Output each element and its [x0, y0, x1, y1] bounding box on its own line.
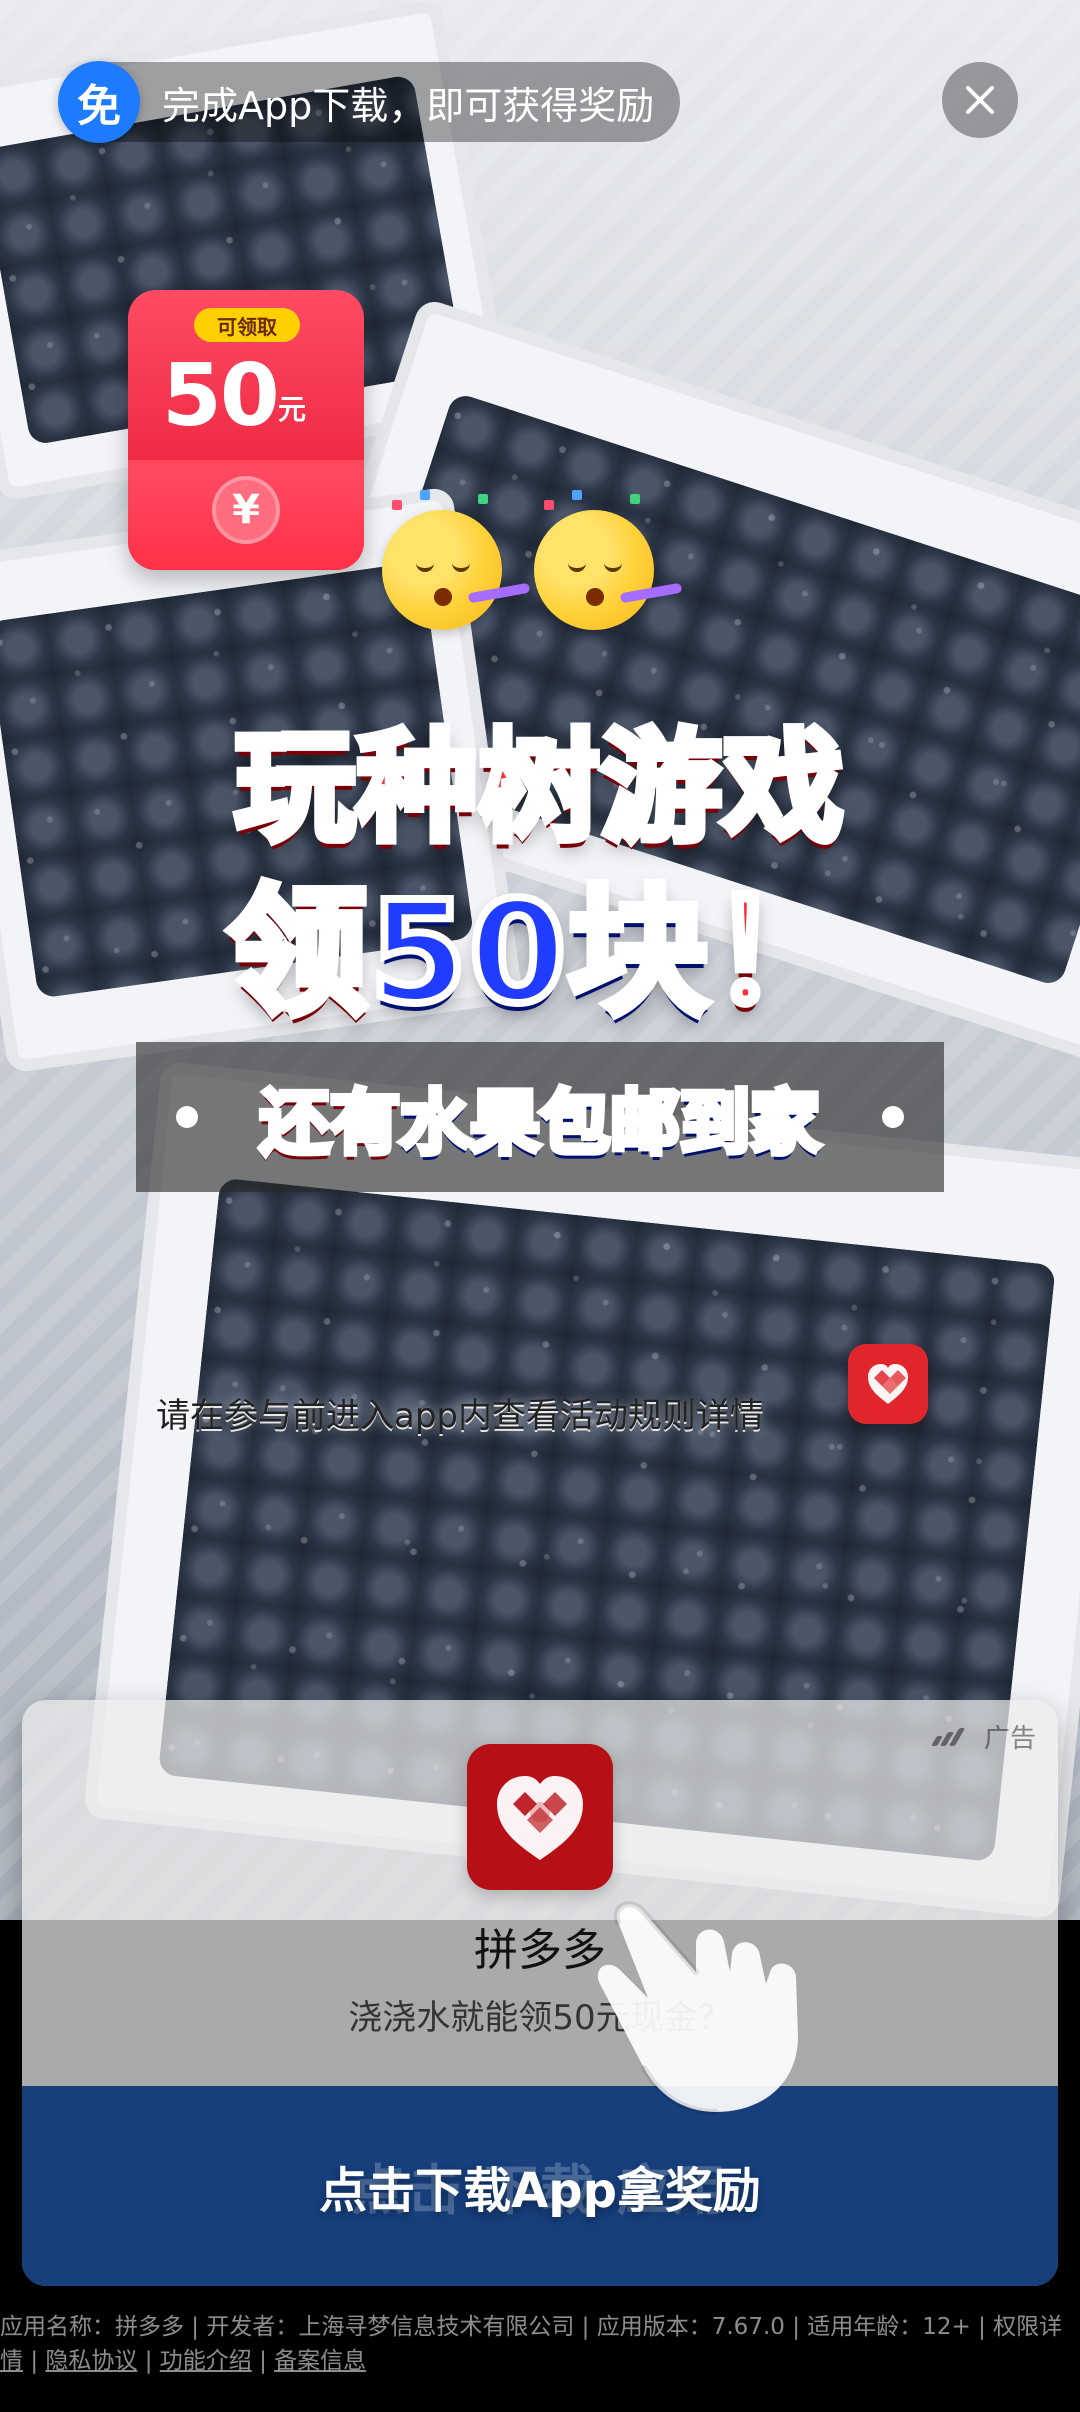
banner-text-red: 还有: [257, 1079, 403, 1167]
app-info-footer: 应用名称：拼多多 | 开发者：上海寻梦信息技术有限公司 | 应用版本：7.67.…: [0, 2310, 1080, 2378]
party-emoji-icon: [534, 490, 683, 630]
app-description: 浇浇水就能领50元现金？: [348, 1998, 732, 2038]
emoji-eye: [568, 558, 586, 572]
ad-label: 广告: [931, 1718, 1036, 1755]
emoji-eye: [416, 558, 434, 572]
red-packet-badge: 可领取 50 元 ¥: [128, 290, 364, 570]
emoji-mouth: [434, 588, 452, 606]
reward-hint-pill: 免 完成App下载，即可获得奖励: [58, 61, 680, 143]
download-cta-button[interactable]: 点击 下载 应用 点击下载App拿奖励: [22, 2086, 1058, 2286]
app-info-line: 应用名称：拼多多 | 开发者：上海寻梦信息技术有限公司 | 应用版本：7.67.…: [0, 2314, 1063, 2340]
separator: |: [30, 2348, 46, 2374]
yuan-coin-symbol: ¥: [232, 487, 260, 533]
hand-pointer-icon: [560, 1880, 860, 2120]
activity-rules-note: 请在参与前进入app内查看活动规则详情: [156, 1396, 764, 1436]
confetti-icon: [544, 500, 554, 510]
free-badge-text: 免: [77, 81, 121, 132]
close-icon: [960, 80, 1000, 120]
ad-mark-icon: [931, 1727, 974, 1746]
separator: |: [259, 2348, 275, 2374]
pinduoduo-logo-icon: [848, 1344, 928, 1424]
banner-dot: [882, 1106, 904, 1128]
separator: |: [144, 2348, 160, 2374]
confetti-icon: [478, 494, 488, 504]
close-button[interactable]: [942, 62, 1018, 138]
privacy-policy-link[interactable]: 隐私协议: [45, 2348, 137, 2374]
filing-info-link[interactable]: 备案信息: [274, 2348, 366, 2374]
pinduoduo-app-icon: [467, 1744, 613, 1890]
confetti-icon: [572, 490, 582, 500]
emoji-eye: [604, 558, 622, 572]
red-packet-chip: 可领取: [194, 308, 300, 342]
permissions-details-link[interactable]: 情: [0, 2348, 23, 2374]
features-link[interactable]: 功能介绍: [160, 2348, 252, 2374]
banner-text: 还有水果包邮到家: [257, 1067, 823, 1168]
reward-hint-text: 完成App下载，即可获得奖励: [162, 83, 655, 128]
ad-label-text: 广告: [983, 1724, 1036, 1754]
party-emoji-icon: [382, 490, 531, 630]
banner-text-blue: 水果包邮到家: [397, 1079, 823, 1167]
ad-download-card: 广告 拼多多 浇浇水就能领50元现金？ 点击 下载 应用 点击下载App拿奖励: [22, 1700, 1058, 2286]
app-name: 拼多多: [474, 1925, 606, 1976]
cta-label: 点击下载App拿奖励: [319, 2163, 761, 2219]
yuan-coin-icon: ¥: [212, 476, 280, 544]
emoji-mouth: [586, 588, 604, 606]
headline-line-2-exclamation: ！: [706, 868, 854, 1039]
headline-line-2-red: 领: [224, 868, 372, 1039]
headline-line-1: 玩种树游戏: [231, 715, 847, 862]
confetti-icon: [420, 490, 430, 500]
banner-dot: [176, 1106, 198, 1128]
free-badge: 免: [58, 61, 140, 143]
confetti-icon: [630, 494, 640, 504]
emoji-eye: [452, 558, 470, 572]
app-info-links: 情 | 隐私协议 | 功能介绍 | 备案信息: [0, 2344, 1080, 2378]
red-packet-amount: 50: [162, 346, 280, 446]
headline-line-2-blue: 50块: [366, 868, 713, 1039]
fruit-shipping-banner: 还有水果包邮到家: [136, 1042, 944, 1192]
red-packet-unit: 元: [278, 393, 307, 426]
headline-line-2: 领50块！: [0, 840, 1080, 1042]
confetti-icon: [392, 500, 402, 510]
